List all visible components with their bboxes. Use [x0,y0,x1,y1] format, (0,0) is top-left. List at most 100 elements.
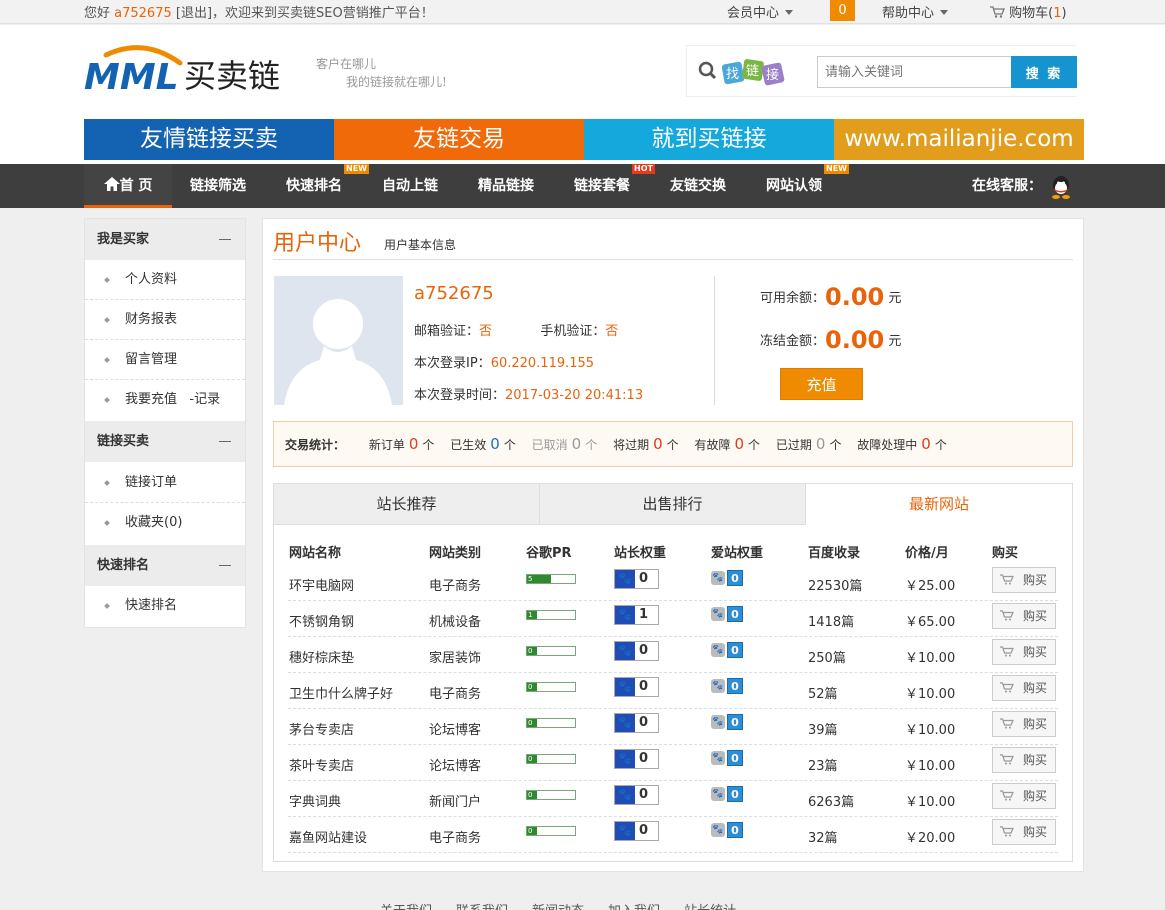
sidebar-item-quick-rank[interactable]: 快速排名 [85,586,245,626]
nav-item-quick-rank[interactable]: 快速排名 NEW [286,164,369,208]
site-name-link[interactable]: 环宇电脑网 [289,575,354,594]
site-name-link[interactable]: 茶叶专卖店 [289,755,354,774]
bullet-icon [104,603,110,609]
buy-button[interactable]: 购买 [992,603,1056,629]
stat-expiring[interactable]: 将过期 0 个 [613,435,679,453]
stat-active[interactable]: 已生效 0 个 [450,435,516,453]
tab-webmaster-recommend[interactable]: 站长推荐 [274,484,540,525]
stat-cancelled[interactable]: 已取消 0 个 [532,435,598,453]
site-category: 家居装饰 [429,651,482,666]
buy-button[interactable]: 购买 [992,675,1056,701]
sidebar-item-finance[interactable]: 财务报表 [85,300,245,340]
nav-item-link-filter[interactable]: 链接筛选 [190,164,246,208]
tab-newest-sites[interactable]: 最新网站 [806,484,1072,525]
footer-link[interactable]: 新闻动态 [532,904,584,910]
message-count-badge[interactable]: 0 [830,0,855,21]
pagerank-bar: 0 [526,646,576,656]
footer-link[interactable]: 关于我们 [380,904,432,910]
footer-link[interactable]: 站长统计 [684,904,736,910]
collapse-icon[interactable] [219,565,231,566]
currency-unit: 元 [888,291,902,306]
nav-item-link-exchange[interactable]: 友链交换 [670,164,726,208]
promo-banner[interactable]: 友情链接买卖 友链交易 就到买链接 www.mailianjie.com [84,119,1084,160]
site-name-link[interactable]: 卫生巾什么牌子好 [289,683,393,702]
nav-label: 精品链接 [478,178,534,194]
buy-button[interactable]: 购买 [992,819,1056,845]
stat-fault-processing[interactable]: 故障处理中 0 个 [857,435,947,453]
login-ip-value: 60.220.119.155 [490,356,595,371]
stat-faulty[interactable]: 有故障 0 个 [694,435,760,453]
col-header-baidu-index: 百度收录 [808,546,861,561]
nav-label: 首 页 [119,178,153,194]
home-icon [103,177,120,191]
stat-expired[interactable]: 已过期 0 个 [776,435,842,453]
nav-label: 快速排名 [286,178,342,194]
search-input[interactable] [817,56,1011,88]
webmaster-weight-badge: 🐾 0 [614,641,659,661]
pagerank-bar: 0 [526,790,576,800]
footer-link[interactable]: 加入我们 [608,904,660,910]
recharge-button[interactable]: 充值 [780,368,863,400]
cart-link[interactable]: 购物车(1) [990,2,1067,21]
buy-button[interactable]: 购买 [992,639,1056,665]
nav-item-site-claim[interactable]: 网站认领 NEW [766,164,849,208]
nav-item-link-packages[interactable]: 链接套餐 HOT [574,164,655,208]
sidebar-section-buyer[interactable]: 我是买家 [85,219,245,260]
nav-item-auto-link[interactable]: 自动上链 [382,164,438,208]
pagerank-bar: 0 [526,718,576,728]
buy-button[interactable]: 购买 [992,711,1056,737]
tab-sales-ranking[interactable]: 出售排行 [540,484,806,525]
aizhan-paw-icon: 🐾 [711,751,725,765]
site-price: ￥10.00 [905,687,956,702]
site-price: ￥25.00 [905,579,956,594]
sidebar-item-recharge[interactable]: 我要充值 -记录 [85,380,245,420]
site-name-link[interactable]: 穗好棕床垫 [289,647,354,666]
email-verify-label: 邮箱验证： [414,324,480,339]
nav-item-home[interactable]: 首 页 [84,164,172,208]
site-name-link[interactable]: 茅台专卖店 [289,719,354,738]
footer-link[interactable]: 联系我们 [456,904,508,910]
collapse-icon[interactable] [219,239,231,240]
site-category: 新闻门户 [429,795,482,810]
sidebar-item-favorites[interactable]: 收藏夹(0) [85,503,245,543]
top-bar: 您好 a752675 [退出]，欢迎来到买卖链SEO营销推广平台！ 会员中心 0… [0,0,1165,24]
sidebar-item-link-orders[interactable]: 链接订单 [85,463,245,503]
greeting: 您好 a752675 [退出]，欢迎来到买卖链SEO营销推广平台！ [84,2,434,21]
sidebar-item-profile[interactable]: 个人资料 [85,260,245,300]
sidebar-item-messages[interactable]: 留言管理 [85,340,245,380]
aizhan-paw-icon: 🐾 [711,787,725,801]
webmaster-weight-badge: 🐾 0 [614,677,659,697]
buy-button[interactable]: 购买 [992,783,1056,809]
logout-link[interactable]: [退出] [176,6,212,21]
baidu-index-count: 52篇 [808,687,838,702]
site-name-link[interactable]: 不锈钢角钢 [289,611,354,630]
webmaster-weight-value: 0 [639,679,649,694]
collapse-icon[interactable] [219,441,231,442]
sidebar-section-quick-rank[interactable]: 快速排名 [85,545,245,586]
qq-icon[interactable] [1050,175,1072,199]
pagerank-value: 0 [528,719,533,727]
buy-button[interactable]: 购买 [992,747,1056,773]
aizhan-weight-value: 0 [727,714,743,730]
avatar[interactable] [274,276,403,405]
username-link[interactable]: a752675 [114,6,172,21]
site-name-link[interactable]: 嘉鱼网站建设 [289,827,367,846]
table-row: 茶叶专卖店 论坛博客 0 🐾 0 🐾 0 23篇 ￥10.00 购买 [288,745,1058,781]
nav-label: 网站认领 [766,178,822,194]
help-center-menu[interactable]: 帮助中心 [882,2,949,21]
search-button[interactable]: 搜 索 [1011,56,1077,88]
stat-new-orders[interactable]: 新订单 0 个 [369,435,435,453]
nav-item-premium-links[interactable]: 精品链接 [478,164,534,208]
member-center-menu[interactable]: 会员中心 [727,2,794,21]
baidu-paw-icon: 🐾 [615,750,635,768]
cart-icon [990,6,1005,18]
page-subtitle: 用户基本信息 [384,238,457,252]
sidebar-section-links[interactable]: 链接买卖 [85,421,245,462]
site-logo[interactable]: MML 买卖链 [84,43,294,98]
bullet-icon [104,357,110,363]
buy-button[interactable]: 购买 [992,567,1056,593]
baidu-paw-icon: 🐾 [615,786,635,804]
aizhan-paw-icon: 🐾 [711,715,725,729]
aizhan-paw-icon: 🐾 [711,823,725,837]
site-name-link[interactable]: 字典词典 [289,791,341,810]
